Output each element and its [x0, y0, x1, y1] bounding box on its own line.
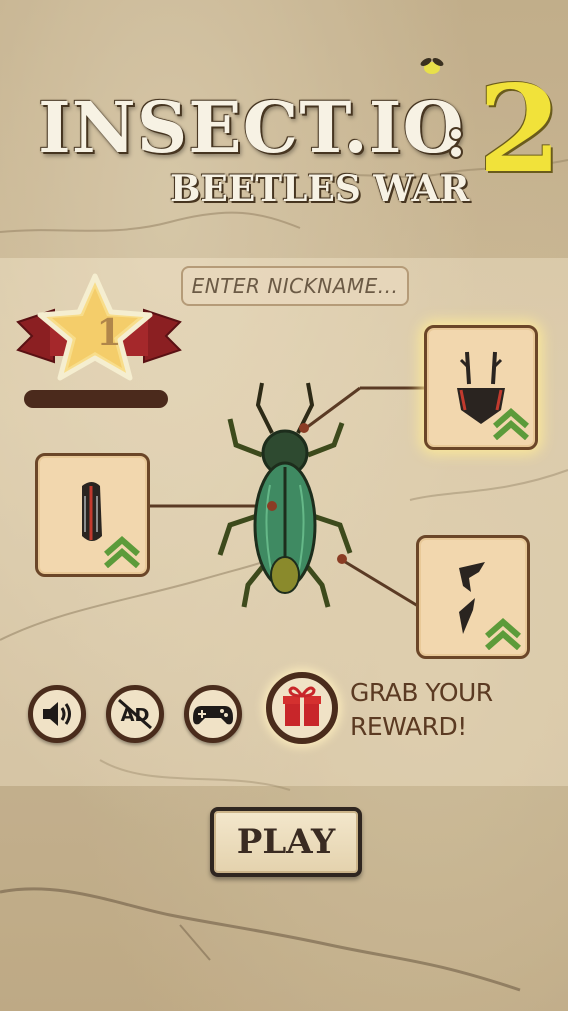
reward-label[interactable]: GRAB YOUR REWARD! — [350, 676, 510, 744]
beetle-icon — [217, 382, 353, 608]
reward-label-line2: REWARD! — [350, 712, 467, 741]
upgrade-chevrons-icon — [485, 618, 521, 650]
claws-upgrade-slot[interactable] — [416, 535, 530, 659]
gift-icon — [283, 686, 321, 726]
gamepad-button[interactable] — [184, 685, 242, 743]
shell-upgrade-slot[interactable] — [35, 453, 150, 577]
no-ads-icon: AD — [118, 698, 152, 730]
upgrade-chevrons-icon — [493, 408, 529, 440]
upgrade-chevrons-icon — [104, 536, 140, 568]
horns-upgrade-slot[interactable] — [424, 325, 538, 450]
gift-reward-button[interactable] — [266, 672, 338, 744]
speaker-icon — [43, 702, 71, 726]
sound-toggle-button[interactable] — [28, 685, 86, 743]
gamepad-icon — [193, 706, 233, 725]
play-button[interactable]: PLAY — [210, 807, 362, 877]
reward-label-line1: GRAB YOUR — [350, 678, 493, 707]
no-ads-button[interactable]: AD — [106, 685, 164, 743]
